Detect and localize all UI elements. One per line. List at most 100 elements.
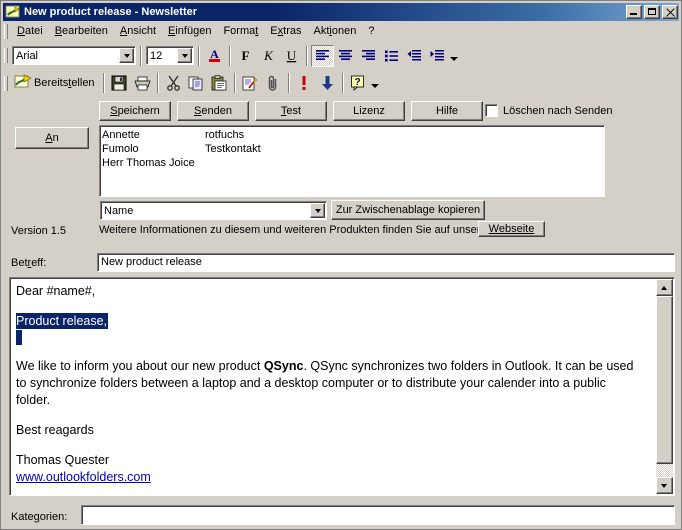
bereitstellen-button[interactable]: Bereitstellen (11, 72, 100, 94)
toolbar-overflow-icon[interactable] (370, 84, 379, 88)
loeschen-nach-senden-label: Löschen nach Senden (503, 105, 613, 117)
toolbar-separator (140, 45, 142, 66)
svg-text:F: F (242, 48, 250, 63)
font-color-icon[interactable]: A (203, 45, 226, 67)
menu-aktionen[interactable]: Aktionen (307, 23, 362, 40)
hilfe-label: Hilfe (435, 105, 458, 117)
speichern-button[interactable]: Speichern (99, 101, 171, 121)
svg-text:U: U (287, 48, 297, 63)
font-name-combo[interactable]: Arial (12, 46, 136, 65)
menu-ansicht[interactable]: Ansicht (114, 23, 162, 40)
menu-bearbeiten[interactable]: Bearbeiten (49, 23, 114, 40)
merge-field-chevron-down-icon[interactable] (310, 203, 325, 218)
test-button[interactable]: Test (255, 101, 327, 121)
paste-icon[interactable] (208, 72, 231, 94)
bold-icon[interactable]: F (234, 45, 257, 67)
paragraph-before-bold: We like to inform you about our new prod… (16, 359, 264, 373)
recipient-company (205, 156, 604, 170)
scroll-thumb[interactable] (656, 296, 673, 464)
formatting-toolbar: Arial 12 A F K U (3, 42, 679, 69)
toolbar-separator (233, 73, 236, 93)
close-button[interactable] (662, 5, 678, 19)
svg-text:K: K (263, 48, 274, 63)
standard-toolbar-drag-handle[interactable] (4, 75, 8, 91)
menu-bar: Datei Bearbeiten Ansicht Einfügen Format… (3, 22, 679, 41)
merge-field-value: Name (104, 204, 134, 217)
recipients-listbox[interactable]: Annette rotfuchs Fumolo Testkontakt Herr… (99, 125, 605, 197)
menu-datei[interactable]: Datei (11, 23, 49, 40)
copy-icon[interactable] (185, 72, 208, 94)
recipient-name: Fumolo (102, 143, 139, 155)
paragraph-bold-term: QSync (263, 359, 304, 373)
italic-icon[interactable]: K (257, 45, 280, 67)
scroll-down-icon[interactable] (656, 477, 673, 494)
subject-input[interactable]: New product release (97, 253, 675, 272)
zur-zwischenablage-kopieren-button[interactable]: Zur Zwischenablage kopieren (331, 200, 485, 220)
font-name-chevron-down-icon[interactable] (119, 48, 134, 63)
bereitstellen-label: Bereitstellen (34, 77, 95, 89)
decrease-indent-icon[interactable] (403, 45, 426, 67)
cut-icon[interactable] (162, 72, 185, 94)
menu-einfuegen[interactable]: Einfügen (162, 23, 217, 40)
body-vertical-scrollbar[interactable] (656, 279, 673, 494)
underline-icon[interactable]: U (280, 45, 303, 67)
menu-help[interactable]: ? (362, 23, 380, 40)
check-names-icon[interactable] (239, 72, 262, 94)
font-size-chevron-down-icon[interactable] (177, 48, 192, 63)
recipient-name: Annette (102, 129, 140, 141)
save-icon[interactable] (108, 72, 131, 94)
lizenz-button[interactable]: Lizenz (333, 101, 405, 121)
selected-text: Product release, (16, 313, 109, 329)
toolbar-separator (306, 45, 308, 66)
menu-drag-handle[interactable] (4, 24, 8, 39)
minimize-button[interactable] (626, 5, 642, 19)
an-label: An (45, 132, 59, 144)
importance-high-icon[interactable] (293, 72, 316, 94)
align-left-icon[interactable] (311, 44, 334, 67)
body-selected-line: Product release, (16, 313, 642, 330)
font-size-combo[interactable]: 12 (146, 46, 194, 65)
toolbar-separator (102, 73, 105, 93)
menu-extras[interactable]: Extras (264, 23, 307, 40)
webseite-button[interactable]: Webseite (478, 221, 545, 237)
merge-field-combo[interactable]: Name (100, 201, 327, 220)
senden-button[interactable]: Senden (177, 101, 249, 121)
loeschen-nach-senden-checkbox[interactable] (485, 104, 498, 117)
list-item[interactable]: Herr Thomas Joice (102, 156, 604, 170)
an-button[interactable]: An (15, 127, 89, 149)
newsletter-icon (5, 5, 21, 19)
font-name-value: Arial (16, 49, 39, 62)
window-controls (626, 5, 678, 19)
increase-indent-icon[interactable] (426, 45, 449, 67)
info-text: Weitere Informationen zu diesem und weit… (99, 224, 491, 236)
message-body-content[interactable]: Dear #name#, Product release, We like to… (16, 283, 642, 486)
body-paragraph: We like to inform you about our new prod… (16, 358, 642, 409)
menu-format[interactable]: Format (217, 23, 264, 40)
recipient-company: rotfuchs (205, 129, 245, 141)
print-icon[interactable] (131, 72, 154, 94)
toolbar-separator (198, 45, 200, 66)
send-envelope-icon (14, 74, 34, 92)
scroll-up-icon[interactable] (656, 279, 673, 296)
window-title: New product release - Newsletter (24, 6, 198, 18)
toolbar-overflow-icon[interactable] (450, 56, 458, 61)
message-body-editor[interactable]: Dear #name#, Product release, We like to… (9, 277, 675, 496)
list-item[interactable]: Annette rotfuchs (102, 128, 604, 142)
hilfe-button[interactable]: Hilfe (411, 101, 483, 121)
align-center-icon[interactable] (334, 45, 357, 67)
body-signature-link-wrap: www.outlookfolders.com (16, 469, 642, 486)
importance-low-icon[interactable] (316, 72, 339, 94)
help-icon[interactable]: ? (347, 72, 370, 94)
font-size-value: 12 (150, 49, 163, 62)
align-right-icon[interactable] (357, 45, 380, 67)
list-item[interactable]: Fumolo Testkontakt (102, 142, 604, 156)
attach-file-icon[interactable] (262, 72, 285, 94)
lizenz-label: Lizenz (353, 105, 385, 117)
categories-input[interactable] (81, 505, 675, 525)
maximize-button[interactable] (644, 5, 660, 19)
formatting-toolbar-drag-handle[interactable] (4, 48, 8, 63)
title-bar: New product release - Newsletter (3, 3, 679, 21)
body-signature-link[interactable]: www.outlookfolders.com (16, 470, 151, 484)
bullet-list-icon[interactable] (380, 45, 403, 67)
recipient-company: Testkontakt (205, 143, 261, 155)
